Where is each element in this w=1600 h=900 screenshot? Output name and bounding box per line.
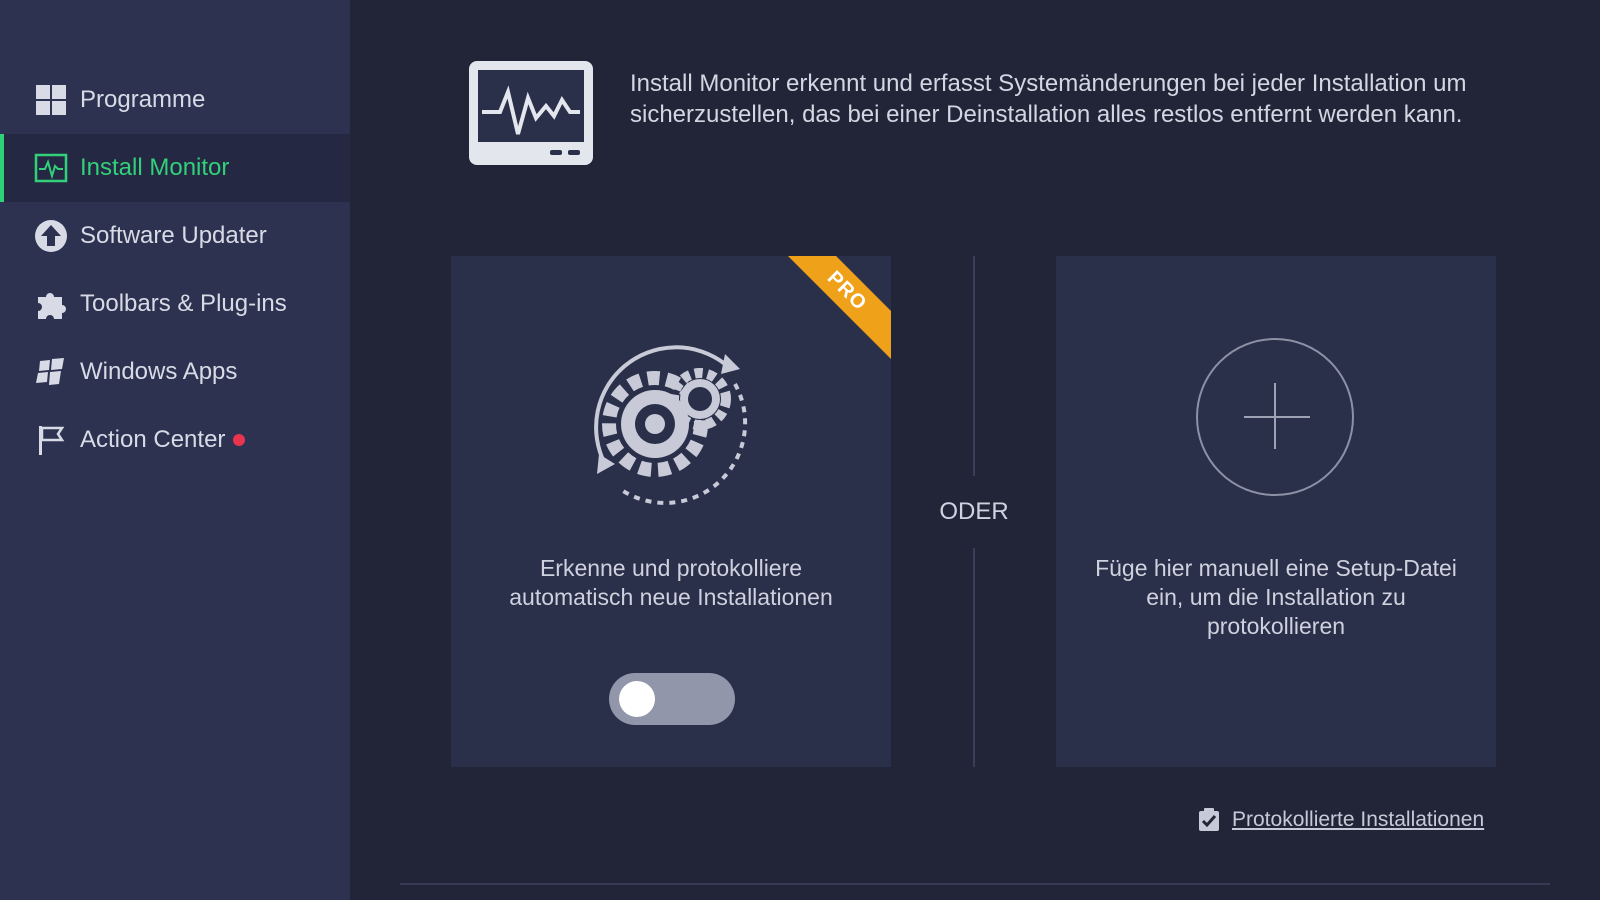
logged-installations-link[interactable]: Protokollierte Installationen (1198, 808, 1484, 832)
divider (973, 548, 975, 767)
sidebar-item-action-center[interactable]: Action Center (0, 406, 350, 474)
toggle-knob (619, 681, 655, 717)
plus-icon (1244, 416, 1310, 418)
bottom-divider (400, 883, 1550, 885)
pro-badge: PRO (778, 256, 891, 360)
or-separator: ODER (939, 498, 1009, 525)
manual-setup-text: Füge hier manuell eine Setup-Datei ein, … (1076, 554, 1476, 641)
flag-icon (34, 423, 68, 457)
monitor-pulse-icon (469, 61, 593, 165)
sidebar-item-software-updater[interactable]: Software Updater (0, 202, 350, 270)
auto-monitor-text-line-2: automatisch neue Installationen (509, 584, 833, 610)
logged-installations-label: Protokollierte Installationen (1232, 808, 1485, 831)
sidebar-item-programme[interactable]: Programme (0, 66, 350, 134)
puzzle-icon (34, 287, 68, 321)
auto-monitor-toggle[interactable] (609, 673, 735, 725)
sidebar-item-label: Toolbars & Plug-ins (80, 290, 287, 317)
auto-monitor-text: Erkenne und protokolliere automatisch ne… (471, 554, 871, 612)
windows-logo-icon (34, 355, 68, 389)
auto-monitor-card: PRO Erkenne und protokolliere automatisc… (451, 256, 891, 767)
plus-icon-vertical (1274, 383, 1276, 449)
add-setup-file-button[interactable] (1196, 338, 1354, 496)
sidebar: Programme Install Monitor Software Updat… (0, 0, 350, 900)
sidebar-item-label: Programme (80, 86, 206, 113)
sidebar-item-windows-apps[interactable]: Windows Apps (0, 338, 350, 406)
install-monitor-icon (34, 151, 68, 185)
install-monitor-header: Install Monitor erkennt und erfasst Syst… (466, 56, 1486, 176)
sidebar-item-toolbars[interactable]: Toolbars & Plug-ins (0, 270, 350, 338)
manual-setup-card[interactable]: Füge hier manuell eine Setup-Datei ein, … (1056, 256, 1496, 767)
sidebar-item-label: Action Center (80, 426, 226, 453)
manual-setup-text-line-1: Füge hier manuell eine Setup-Datei (1095, 555, 1457, 581)
programs-grid-icon (34, 83, 68, 117)
sidebar-item-label: Install Monitor (80, 154, 230, 181)
sidebar-nav: Programme Install Monitor Software Updat… (0, 66, 350, 474)
manual-setup-text-line-3: protokollieren (1206, 613, 1346, 639)
auto-gears-icon (594, 345, 748, 505)
sidebar-item-label: Windows Apps (80, 358, 238, 385)
clipboard-check-icon (1199, 808, 1219, 831)
auto-monitor-text-line-1: Erkenne und protokolliere (539, 555, 803, 581)
manual-setup-text-line-2: ein, um die Installation zu (1146, 584, 1406, 610)
upload-arrow-icon (34, 219, 68, 253)
sidebar-item-install-monitor[interactable]: Install Monitor (0, 134, 350, 202)
page-description: Install Monitor erkennt und erfasst Syst… (630, 70, 1467, 128)
sidebar-item-label: Software Updater (80, 222, 267, 249)
divider (973, 256, 975, 476)
notification-dot (233, 434, 246, 446)
